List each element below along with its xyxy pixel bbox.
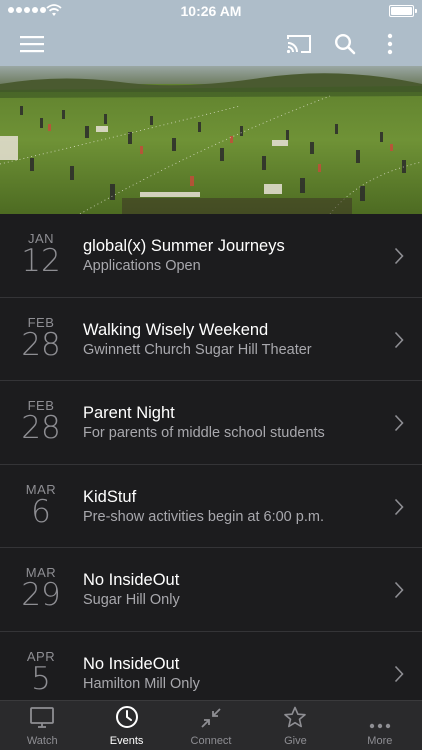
hero-image <box>0 66 422 214</box>
event-title: Walking Wisely Weekend <box>83 320 269 339</box>
event-row[interactable]: FEB 28 Walking Wisely Weekend Gwinnett C… <box>0 298 422 381</box>
event-title: No InsideOut <box>83 654 180 673</box>
clock-icon <box>115 706 138 728</box>
event-row[interactable]: JAN 12 global(x) Summer Journeys Applica… <box>0 214 422 298</box>
tab-give[interactable]: Give <box>253 701 337 750</box>
search-icon[interactable] <box>329 28 361 60</box>
event-subtitle: Gwinnett Church Sugar Hill Theater <box>83 341 312 358</box>
event-date: MAR 29 <box>0 565 82 613</box>
chevron-right-icon <box>394 665 404 682</box>
tab-label: Give <box>284 735 307 747</box>
connect-arrows-icon <box>201 708 221 728</box>
cast-icon[interactable] <box>283 28 315 60</box>
event-subtitle: Pre-show activities begin at 6:00 p.m. <box>83 508 324 525</box>
chevron-right-icon <box>394 247 404 265</box>
tab-label: Events <box>109 735 144 747</box>
event-list: JAN 12 global(x) Summer Journeys Applica… <box>0 214 422 700</box>
event-day: 29 <box>21 577 61 613</box>
event-subtitle: Hamilton Mill Only <box>83 675 200 692</box>
status-time: 10:26 AM <box>180 3 242 19</box>
tab-connect[interactable]: Connect <box>169 701 253 750</box>
event-title: No InsideOut <box>83 571 180 589</box>
event-day: 6 <box>31 493 51 530</box>
tab-label: Watch <box>26 735 58 747</box>
tab-label: Connect <box>190 735 232 747</box>
more-vertical-icon[interactable] <box>374 28 406 60</box>
more-horizontal-icon <box>369 723 391 729</box>
event-date: FEB 28 <box>0 398 82 446</box>
star-icon <box>284 706 307 728</box>
status-bar: 10:26 AM <box>0 0 422 22</box>
chevron-right-icon <box>394 331 404 348</box>
event-date: FEB 28 <box>0 315 82 363</box>
event-title: KidStuf <box>83 487 137 506</box>
event-row[interactable]: MAR 29 No InsideOut Sugar Hill Only <box>0 548 422 632</box>
event-date: APR 5 <box>0 649 82 697</box>
tab-events[interactable]: Events <box>84 701 168 750</box>
tab-more[interactable]: More <box>338 701 422 750</box>
event-day: 28 <box>21 326 61 363</box>
chevron-right-icon <box>394 414 404 432</box>
bottom-tab-bar: Watch Events Connect Give More <box>0 700 422 750</box>
event-date: MAR 6 <box>0 482 82 530</box>
tab-watch[interactable]: Watch <box>0 701 84 750</box>
chevron-right-icon <box>394 581 404 599</box>
top-nav-bar <box>0 22 422 66</box>
event-date: JAN 12 <box>0 231 82 279</box>
battery-icon <box>389 5 417 17</box>
event-day: 28 <box>21 410 61 446</box>
event-row[interactable]: FEB 28 Parent Night For parents of middl… <box>0 381 422 465</box>
event-title: global(x) Summer Journeys <box>83 237 285 255</box>
event-title: Parent Night <box>83 404 175 422</box>
event-day: 12 <box>21 243 61 279</box>
tv-icon <box>30 707 55 728</box>
hamburger-menu-icon[interactable] <box>16 28 48 60</box>
event-row[interactable]: APR 5 No InsideOut Hamilton Mill Only <box>0 632 422 701</box>
chevron-right-icon <box>394 498 404 515</box>
event-subtitle: Sugar Hill Only <box>83 592 180 608</box>
event-day: 5 <box>31 660 51 697</box>
event-subtitle: For parents of middle school students <box>83 425 325 441</box>
event-row[interactable]: MAR 6 KidStuf Pre-show activities begin … <box>0 465 422 548</box>
event-subtitle: Applications Open <box>83 258 201 274</box>
tab-label: More <box>367 735 393 747</box>
